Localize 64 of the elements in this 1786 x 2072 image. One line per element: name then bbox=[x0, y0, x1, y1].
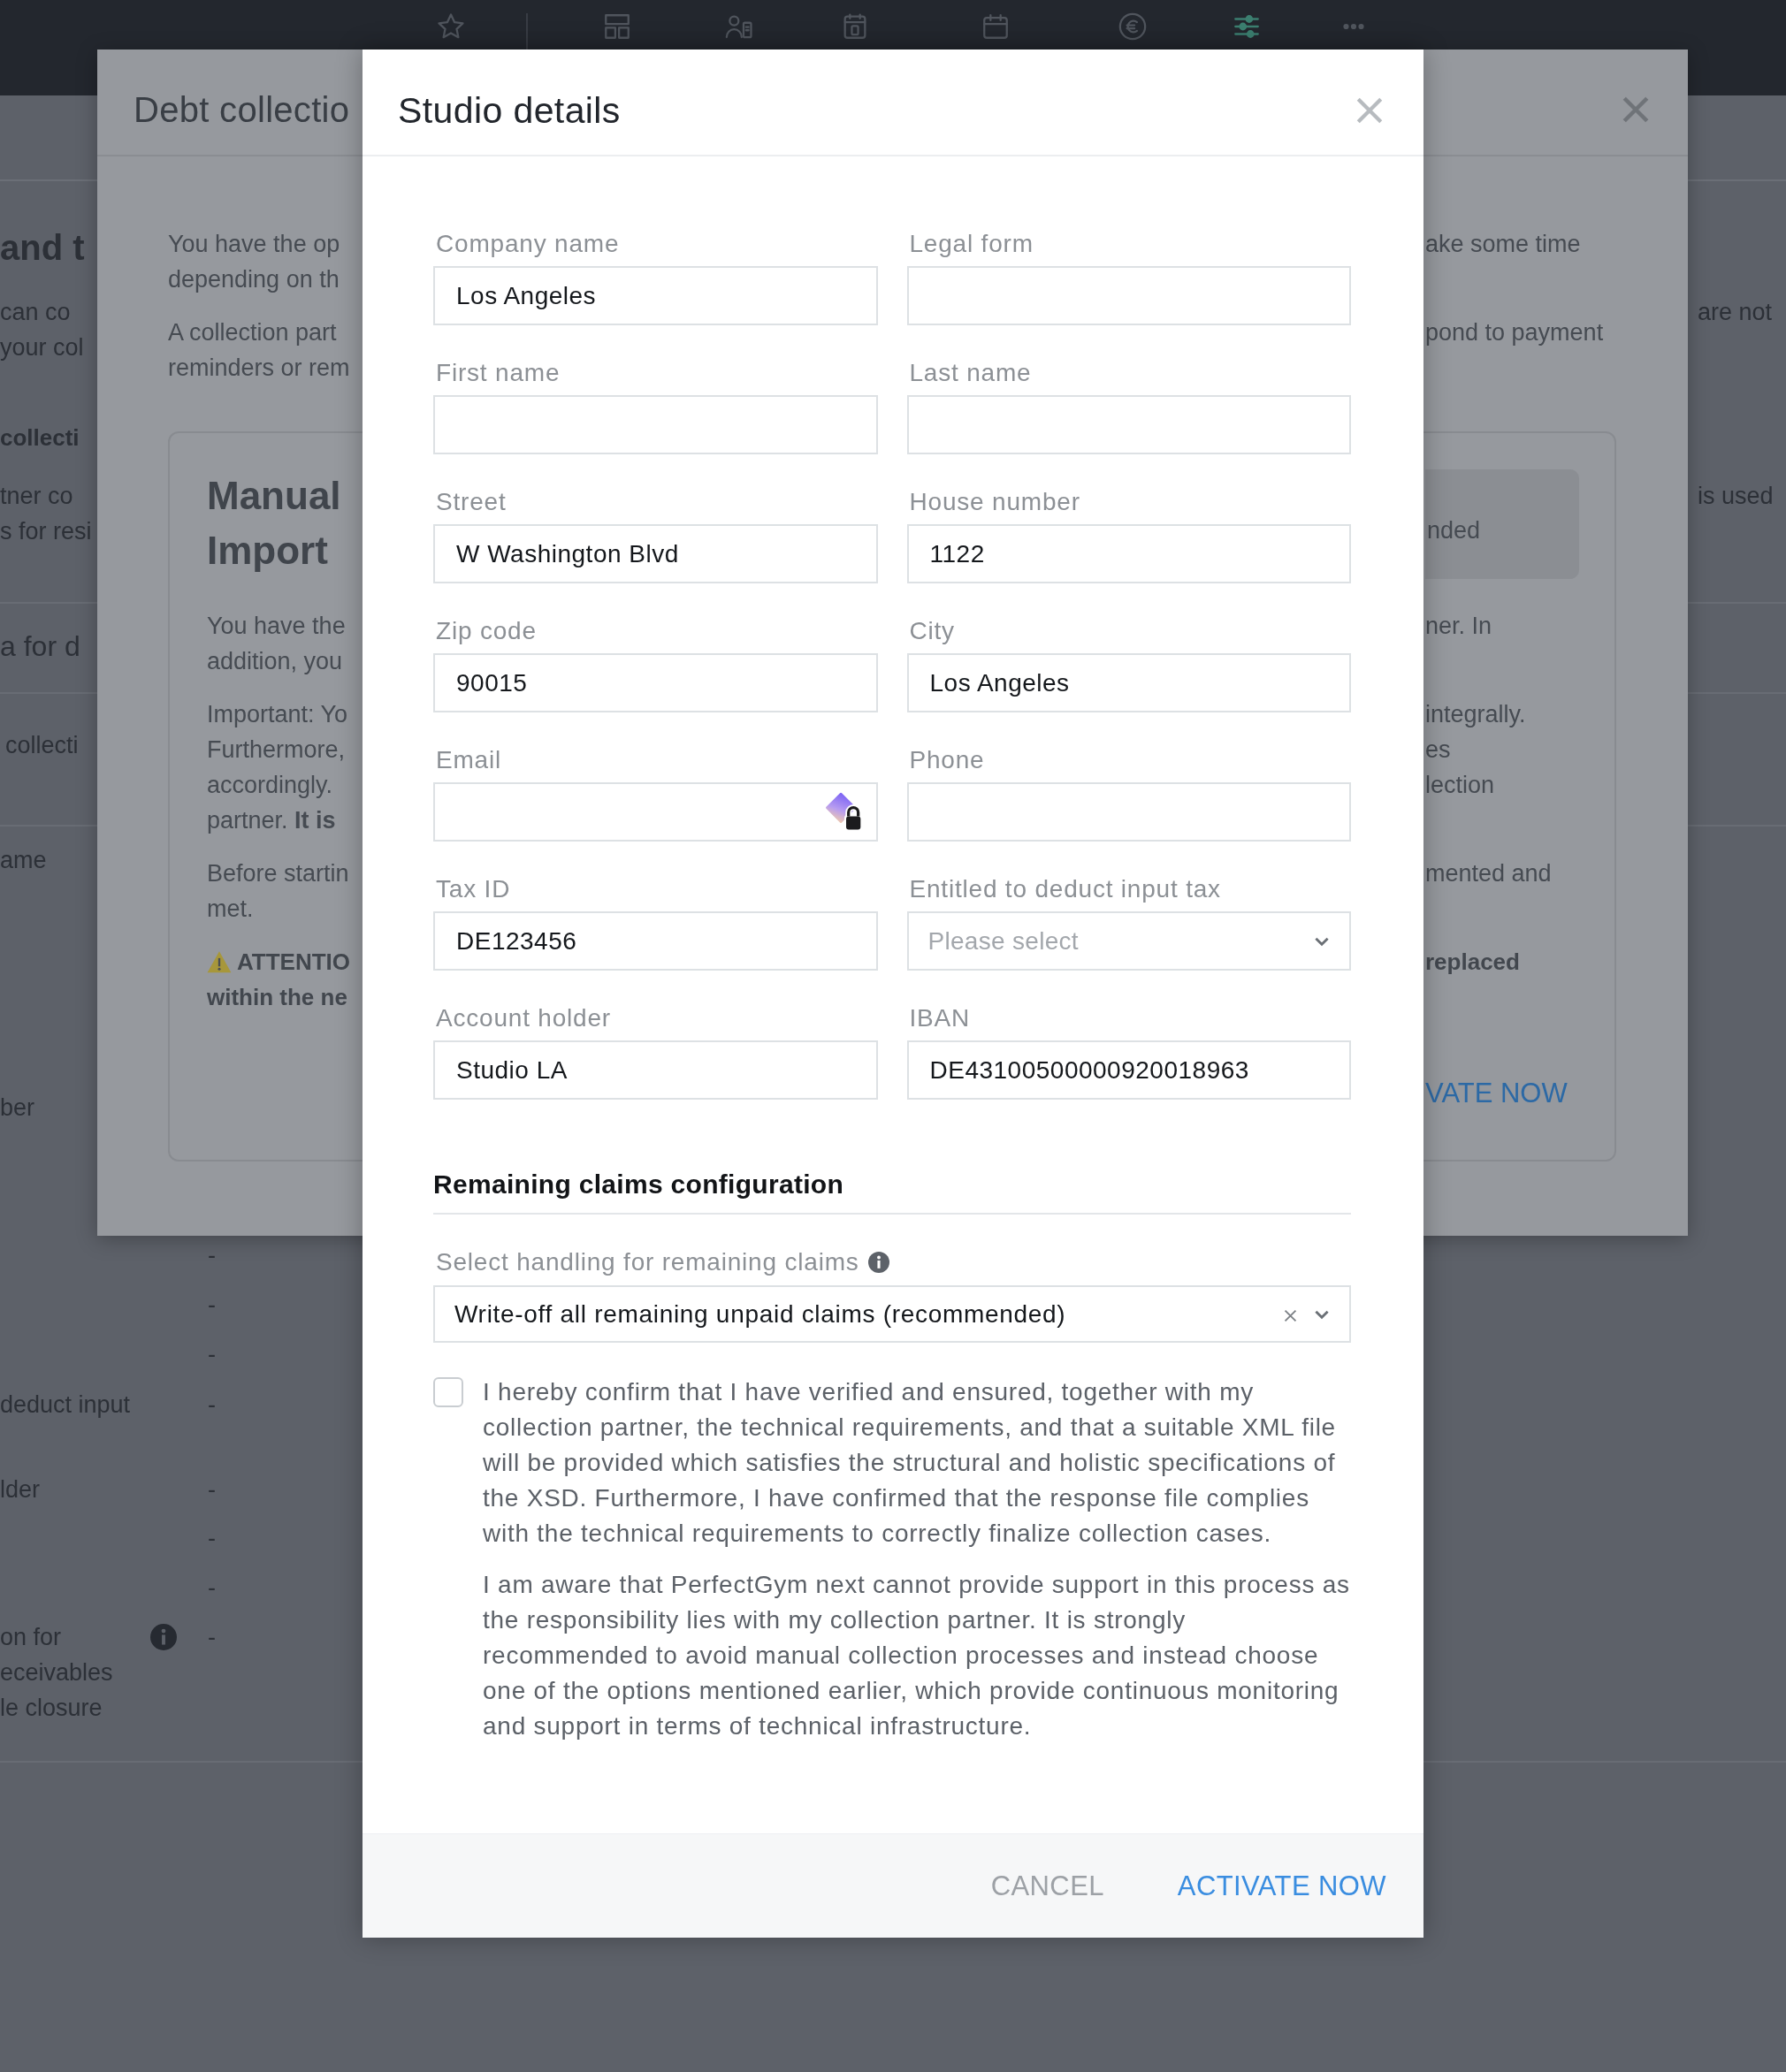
confirmation-text: I hereby confirm that I have verified and ensured, together with my collection partner, the technical requirements, and that a suitable XML file will be provided which satisfies the structural and holistic specifications of the XSD. Furthermore, I have confirmed that the response file complies with the technical requirements to correctly finalize collection cases. bbox=[483, 1377, 1337, 1549]
input-field[interactable] bbox=[906, 782, 1351, 842]
section-heading: Remaining claims configuration bbox=[433, 1169, 844, 1200]
warning-text: within the ne bbox=[207, 983, 347, 1012]
field-label: City bbox=[909, 617, 955, 645]
row-value: - bbox=[208, 1524, 216, 1553]
row-value: - bbox=[208, 1573, 216, 1603]
warning-icon bbox=[207, 950, 232, 973]
input-field[interactable]: Los Angeles bbox=[906, 653, 1351, 712]
clear-icon[interactable] bbox=[1283, 1307, 1298, 1323]
field-label: Email bbox=[436, 746, 501, 774]
input-field[interactable]: Studio LA bbox=[433, 1040, 878, 1100]
field-label: Entitled to deduct input tax bbox=[909, 875, 1221, 903]
row-value: - bbox=[208, 1623, 216, 1652]
row-value: - bbox=[208, 1475, 216, 1504]
input-field[interactable]: DE123456 bbox=[433, 911, 878, 971]
field-label: Company name bbox=[436, 230, 620, 258]
row-value: - bbox=[208, 1241, 216, 1270]
calendar-icon[interactable] bbox=[981, 11, 1011, 42]
card-text: ner. In bbox=[1425, 612, 1492, 641]
input-field[interactable]: Los Angeles bbox=[433, 266, 878, 325]
field-label: Select handling for remaining claims bbox=[436, 1248, 859, 1276]
card-heading: Manual Import bbox=[207, 473, 341, 574]
dialog-text: A collection part reminders or rem bbox=[168, 318, 350, 383]
field-label: First name bbox=[436, 359, 561, 387]
card-badge: nded bbox=[1425, 469, 1579, 579]
card-text: mented and bbox=[1425, 859, 1552, 888]
euro-icon[interactable] bbox=[1118, 11, 1148, 42]
row-value: - bbox=[208, 1340, 216, 1369]
field-label: Legal form bbox=[909, 230, 1034, 258]
card-text: integrally. es lection bbox=[1425, 700, 1526, 800]
input-field[interactable]: 1122 bbox=[906, 524, 1351, 583]
card-text: You have the addition, you bbox=[207, 612, 346, 676]
warning-text: ATTENTIO bbox=[237, 948, 351, 977]
field-label: Zip code bbox=[436, 617, 537, 645]
field-label: Account holder bbox=[436, 1004, 611, 1032]
dialog-text: ake some time bbox=[1425, 230, 1581, 259]
row-value: - bbox=[208, 1291, 216, 1320]
dialog-title: Debt collectio bbox=[134, 88, 350, 131]
warning-text: replaced bbox=[1425, 948, 1520, 977]
input-field[interactable]: 90015 bbox=[433, 653, 878, 712]
card-text: Before startin met. bbox=[207, 859, 349, 924]
field-label: Phone bbox=[909, 746, 985, 774]
input-field[interactable]: W Washington Blvd bbox=[433, 524, 878, 583]
field-label: Tax ID bbox=[436, 875, 511, 903]
row-value: - bbox=[208, 1390, 216, 1420]
checkbox[interactable] bbox=[433, 1377, 463, 1407]
field-label: House number bbox=[909, 488, 1080, 516]
input-field[interactable] bbox=[906, 266, 1351, 325]
confirmation-text: I am aware that PerfectGym next cannot provide support in this process as the responsibility lies with my collection partner. It is strongly recommended to avoid manual collection processes and instead choose one of the options mentioned earlier, which provide continuous monitoring and support in terms of technical infrastructure. bbox=[483, 1570, 1351, 1741]
dialog-title: Studio details bbox=[398, 88, 621, 132]
input-field[interactable] bbox=[433, 395, 878, 454]
field-label: IBAN bbox=[909, 1004, 971, 1032]
dialog-text: pond to payment bbox=[1425, 318, 1604, 347]
card-text: Important: Yo Furthermore, accordingly. partner. It is bbox=[207, 700, 348, 835]
field-label: Last name bbox=[909, 359, 1032, 387]
field-label: Street bbox=[436, 488, 507, 516]
input-field[interactable] bbox=[906, 395, 1351, 454]
select-field[interactable]: Write-off all remaining unpaid claims (recommended) bbox=[433, 1285, 1351, 1343]
dialog-text: You have the op depending on th bbox=[168, 230, 340, 294]
info-icon[interactable] bbox=[867, 1252, 889, 1273]
input-field[interactable]: DE43100500000920018963 bbox=[906, 1040, 1351, 1100]
input-field[interactable] bbox=[433, 782, 878, 842]
layout-icon[interactable] bbox=[602, 11, 632, 42]
